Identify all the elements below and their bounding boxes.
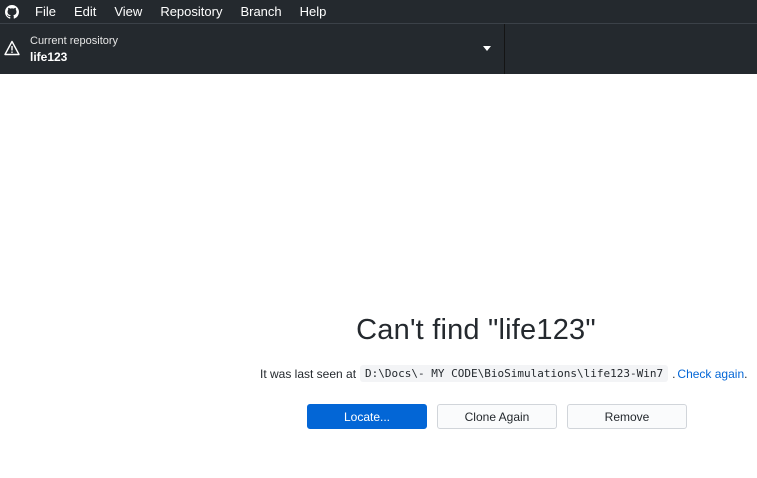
menu-bar: File Edit View Repository Branch Help	[0, 0, 757, 23]
clone-again-button[interactable]: Clone Again	[437, 404, 557, 429]
current-repository-dropdown[interactable]: Current repository life123	[0, 24, 505, 74]
menu-file[interactable]: File	[26, 0, 65, 23]
github-octocat-icon[interactable]	[4, 4, 20, 20]
check-again-link[interactable]: Check again	[677, 367, 744, 381]
page-title: Can't find "life123"	[356, 314, 596, 346]
repository-caption: Current repository	[30, 35, 119, 47]
menu-repository[interactable]: Repository	[151, 0, 231, 23]
trailing-period: .	[744, 366, 748, 381]
repository-name: life123	[30, 50, 68, 64]
menu-edit[interactable]: Edit	[65, 0, 105, 23]
last-seen-prefix: It was last seen at	[260, 366, 357, 381]
chevron-down-icon	[483, 46, 491, 51]
repository-path: D:\Docs\- MY CODE\BioSimulations\life123…	[360, 365, 669, 382]
menu-view[interactable]: View	[105, 0, 151, 23]
last-seen-message: It was last seen at D:\Docs\- MY CODE\Bi…	[260, 365, 747, 382]
period-separator: .	[672, 366, 676, 381]
remove-button[interactable]: Remove	[567, 404, 687, 429]
menu-branch[interactable]: Branch	[231, 0, 290, 23]
menu-help[interactable]: Help	[291, 0, 336, 23]
locate-button[interactable]: Locate...	[307, 404, 427, 429]
action-buttons: Locate... Clone Again Remove	[307, 404, 697, 429]
toolbar: Current repository life123	[0, 23, 757, 74]
missing-repository-view: Can't find "life123" It was last seen at…	[0, 74, 757, 478]
warning-icon	[4, 40, 20, 56]
